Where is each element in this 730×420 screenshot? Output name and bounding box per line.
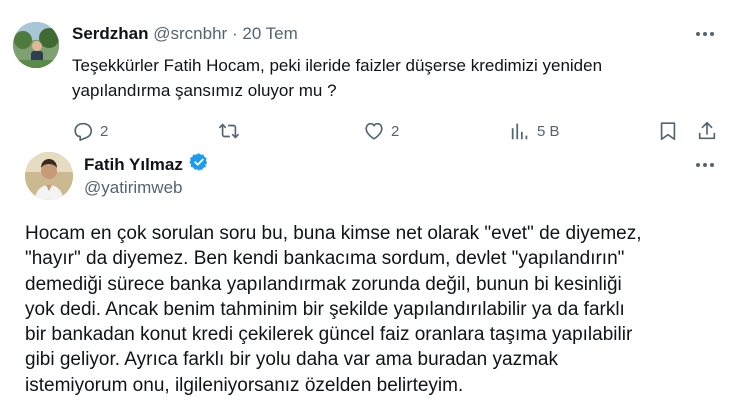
views-count: 5 B — [537, 122, 560, 140]
main-author-handle[interactable]: @yatirimweb — [84, 177, 183, 199]
like-icon — [363, 120, 385, 142]
main-author-name[interactable]: Fatih Yılmaz — [84, 154, 183, 176]
reply-text-line: Teşekkürler Fatih Hocam, peki ileride fa… — [72, 56, 603, 75]
reply-action-bar: 2 2 5 B — [72, 118, 722, 144]
views-icon — [509, 120, 531, 142]
bookmark-button[interactable] — [657, 118, 679, 144]
reply-author-avatar[interactable] — [13, 22, 59, 68]
reply-count: 2 — [100, 122, 109, 140]
tweet-text-line: "hayır" da diyemez. Ben kendi bankacıma … — [25, 248, 625, 270]
retweet-icon — [218, 120, 240, 142]
views-button[interactable]: 5 B — [509, 118, 560, 144]
reply-button[interactable]: 2 — [72, 118, 108, 144]
more-icon[interactable] — [694, 24, 716, 44]
reply-date[interactable]: 20 Tem — [242, 24, 297, 43]
more-icon[interactable] — [694, 155, 716, 175]
main-tweet-text: Hocam en çok sorulan soru bu, buna kimse… — [25, 221, 725, 398]
tweet-text-line: Hocam en çok sorulan soru bu, buna kimse… — [25, 223, 642, 244]
reply-icon — [72, 120, 94, 142]
reply-author-handle[interactable]: @srcnbhr — [153, 24, 227, 43]
tweet-text-line: gibi geliyor. Ayrıca farklı bir yolu dah… — [25, 349, 558, 371]
tweet-text-line: demediği sürece banka yapılandırmak zoru… — [25, 273, 622, 295]
reply-text: Teşekkürler Fatih Hocam, peki ileride fa… — [72, 53, 712, 103]
like-button[interactable]: 2 — [363, 118, 399, 144]
like-count: 2 — [391, 122, 400, 140]
main-author-name-row[interactable]: Fatih Yılmaz — [84, 152, 209, 178]
reply-separator: · — [231, 24, 238, 43]
verified-badge-icon[interactable] — [189, 152, 209, 178]
retweet-button[interactable] — [218, 118, 246, 144]
reply-tweet[interactable]: Serdzhan @srcnbhr · 20 Tem Teşekkürler F… — [0, 0, 730, 150]
main-author-avatar[interactable] — [25, 152, 73, 200]
tweet-text-line: istemiyorum onu, ilgileniyorsanız özelde… — [25, 374, 464, 396]
reply-header: Serdzhan @srcnbhr · 20 Tem — [72, 23, 298, 45]
share-button[interactable] — [696, 118, 718, 144]
bookmark-icon — [657, 120, 679, 142]
reply-text-line: yapılandırma şansımız oluyor mu ? — [72, 81, 337, 100]
tweet-text-line: yok dedi. Ancak benim tahminim bir şekil… — [25, 298, 625, 320]
share-icon — [696, 120, 718, 142]
reply-author-name[interactable]: Serdzhan — [72, 24, 149, 43]
tweet-text-line: bir bankadan konut kredi çekilerek günce… — [25, 324, 633, 346]
